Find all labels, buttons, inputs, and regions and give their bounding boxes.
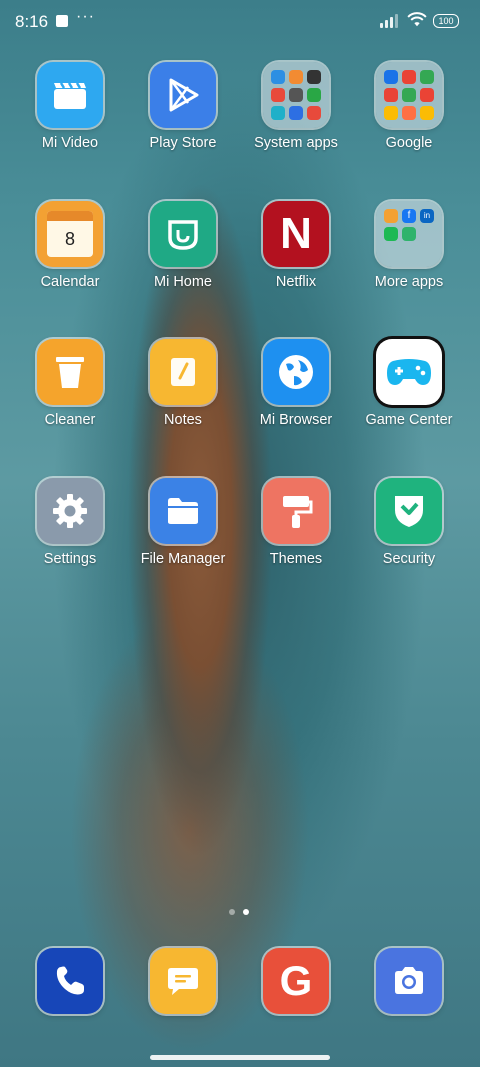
app-label: Mi Home — [153, 274, 212, 290]
app-label: Themes — [269, 551, 323, 567]
app-calendar[interactable]: 8 Calendar — [15, 201, 125, 291]
app-cleaner[interactable]: Cleaner — [15, 339, 125, 429]
gear-icon — [37, 478, 103, 544]
app-label: File Manager — [140, 551, 226, 567]
app-label: Play Store — [149, 135, 217, 151]
app-label: Mi Browser — [259, 412, 333, 428]
app-label: Notes — [164, 412, 202, 428]
folder-icon — [263, 62, 329, 128]
notification-square-icon — [56, 15, 68, 27]
app-label: Cleaner — [44, 412, 96, 428]
app-label: Google — [385, 135, 433, 151]
app-play-store[interactable]: Play Store — [128, 62, 238, 152]
status-bar: 8:16 ··· 100 — [0, 0, 480, 44]
page-indicator — [229, 909, 253, 917]
paint-roller-icon — [263, 478, 329, 544]
app-label: Mi Video — [41, 135, 99, 151]
message-icon — [150, 948, 216, 1014]
app-label: Calendar — [40, 274, 100, 290]
page-dot — [229, 909, 235, 915]
more-notifications-icon: ··· — [76, 8, 95, 25]
facebook-icon: f — [402, 209, 416, 223]
folder-icon: f in — [376, 201, 442, 267]
app-themes[interactable]: Themes — [241, 478, 351, 568]
calendar-date: 8 — [64, 228, 75, 249]
app-notes[interactable]: Notes — [128, 339, 238, 429]
clapperboard-icon — [37, 62, 103, 128]
globe-icon — [263, 339, 329, 405]
mi-home-icon — [150, 201, 216, 267]
gamepad-icon — [376, 339, 442, 405]
google-g-glyph: G — [279, 957, 313, 1004]
app-file-manager[interactable]: File Manager — [128, 478, 238, 568]
dock-phone[interactable] — [37, 948, 103, 1014]
play-triangle-icon — [150, 62, 216, 128]
app-security[interactable]: Security — [354, 478, 464, 568]
signal-icon — [380, 14, 402, 28]
app-label: Game Center — [365, 412, 453, 428]
folder-file-icon — [150, 478, 216, 544]
folder-icon — [376, 62, 442, 128]
page-dot-active — [243, 909, 249, 915]
netflix-n-icon: N — [263, 201, 329, 267]
dock-google-search[interactable]: G — [263, 948, 329, 1014]
app-label: Settings — [43, 551, 97, 567]
home-gesture-bar[interactable] — [150, 1055, 330, 1060]
app-mi-home[interactable]: Mi Home — [128, 201, 238, 291]
phone-icon — [37, 948, 103, 1014]
netflix-glyph: N — [280, 209, 312, 258]
folder-google[interactable]: Google — [354, 62, 464, 152]
dock-camera[interactable] — [376, 948, 442, 1014]
google-g-icon: G — [263, 948, 329, 1014]
linkedin-icon: in — [420, 209, 434, 223]
camera-icon — [376, 948, 442, 1014]
dock-messages[interactable] — [150, 948, 216, 1014]
battery-icon: 100 — [433, 14, 459, 28]
app-netflix[interactable]: N Netflix — [241, 201, 351, 291]
app-settings[interactable]: Settings — [15, 478, 125, 568]
folder-more-apps[interactable]: f in More apps — [354, 201, 464, 291]
note-pencil-icon — [150, 339, 216, 405]
app-label: System apps — [254, 135, 338, 151]
status-time: 8:16 — [15, 12, 49, 31]
wifi-icon — [407, 12, 427, 27]
app-label: Security — [382, 551, 436, 567]
trash-can-icon — [37, 339, 103, 405]
shield-check-icon — [376, 478, 442, 544]
app-mi-browser[interactable]: Mi Browser — [241, 339, 351, 429]
app-mi-video[interactable]: Mi Video — [15, 62, 125, 152]
app-game-center[interactable]: Game Center — [354, 339, 464, 429]
app-label: Netflix — [275, 274, 317, 290]
folder-system-apps[interactable]: System apps — [241, 62, 351, 152]
app-label: More apps — [374, 274, 444, 290]
calendar-icon: 8 — [37, 201, 103, 267]
